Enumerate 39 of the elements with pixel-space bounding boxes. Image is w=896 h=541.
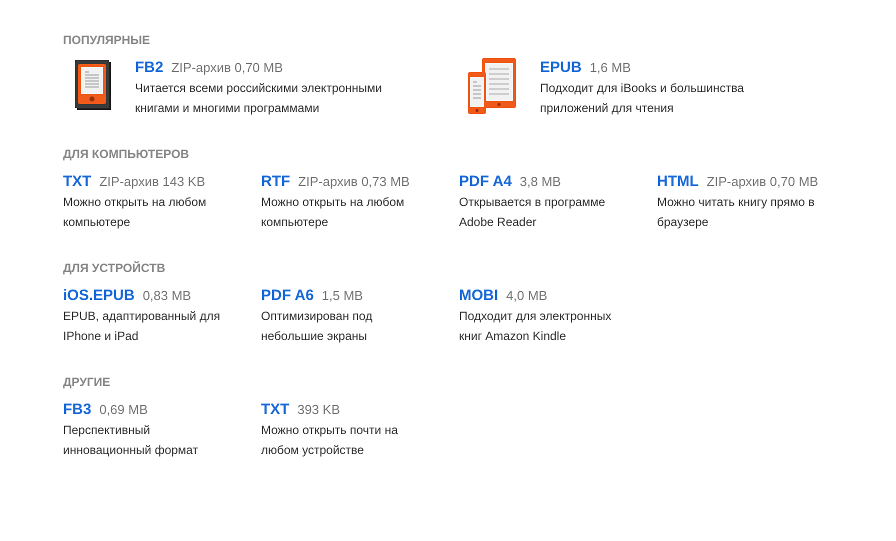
format-link[interactable]: EPUB [540, 59, 582, 76]
format-link[interactable]: FB2 [135, 59, 164, 76]
file-size: 0,83 MB [142, 288, 192, 303]
format-description: Перспективный инновационный формат [63, 422, 200, 459]
format-link[interactable]: TXT [261, 401, 290, 418]
format-description: Можно открыть на любом компьютере [63, 194, 208, 231]
file-size: ZIP-архив 143 KB [99, 174, 206, 189]
format-link[interactable]: FB3 [63, 401, 92, 418]
tablet-phone-icon [468, 58, 516, 114]
format-link[interactable]: PDF A6 [261, 287, 314, 304]
format-description: EPUB, адаптированный для IPhone и iPad [63, 308, 222, 345]
section-heading: ДЛЯ КОМПЬЮТЕРОВ [63, 146, 190, 162]
format-description: Подходит для iBooks и большинства приложений для чтения [540, 80, 745, 117]
section-heading: ПОПУЛЯРНЫЕ [63, 32, 152, 48]
file-size: 393 KB [297, 402, 340, 417]
format-description: Открывается в программе Adobe Reader [459, 194, 606, 231]
file-size: ZIP-архив 0,70 MB [706, 174, 818, 189]
ebook-reader-icon [75, 60, 111, 110]
format-description: Подходит для электронных книг Amazon Kindle [459, 308, 612, 345]
format-description: Можно открыть почти на любом устройстве [261, 422, 399, 459]
format-link[interactable]: MOBI [459, 287, 498, 304]
format-description: Оптимизирован под небольшие экраны [261, 308, 374, 345]
format-description: Можно читать книгу прямо в браузере [657, 194, 816, 231]
file-size: ZIP-архив 0,70 MB [171, 60, 283, 75]
format-link[interactable]: PDF A4 [459, 173, 512, 190]
section-heading: ДРУГИЕ [63, 374, 112, 390]
format-link[interactable]: TXT [63, 173, 92, 190]
file-size: ZIP-архив 0,73 MB [298, 174, 410, 189]
format-link[interactable]: HTML [657, 173, 699, 190]
format-description: Можно открыть на любом компьютере [261, 194, 406, 231]
section-heading: ДЛЯ УСТРОЙСТВ [63, 260, 166, 276]
format-link[interactable]: RTF [261, 173, 290, 190]
format-link[interactable]: iOS.EPUB [63, 287, 135, 304]
file-size: 4,0 MB [506, 288, 548, 303]
file-size: 1,6 MB [590, 60, 631, 75]
file-size: 0,69 MB [99, 402, 148, 417]
file-size: 3,8 MB [520, 174, 561, 189]
format-description: Читается всеми российскими электронными книгами и многими программами [135, 80, 383, 117]
file-size: 1,5 MB [322, 288, 363, 303]
